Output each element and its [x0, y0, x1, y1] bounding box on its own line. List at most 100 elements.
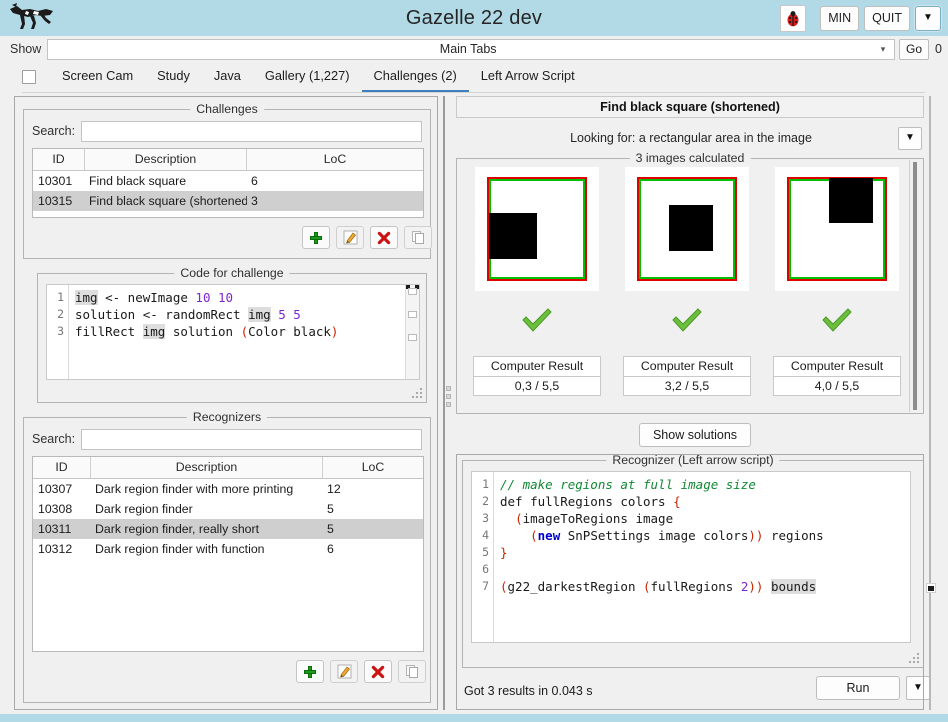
challenge-code-lines[interactable]: img <- newImage 10 10 solution <- random…	[69, 285, 419, 379]
code-line: // make regions at full image size	[500, 476, 910, 493]
code-line: }	[500, 544, 910, 561]
challenges-group: Challenges Search: ID Description LoC 10…	[23, 109, 431, 259]
detail-subtitle: Looking for: a rectangular area in the i…	[456, 131, 898, 145]
tab-study[interactable]: Study	[145, 62, 202, 93]
quit-button[interactable]: QUIT	[864, 6, 910, 31]
detail-options-button[interactable]: ▼	[898, 127, 922, 150]
cell-loc: 6	[323, 542, 423, 556]
scroll-marker[interactable]	[408, 288, 417, 295]
recognizers-table-header: ID Description LoC	[33, 457, 423, 479]
cell-id: 10312	[33, 542, 91, 556]
col-description[interactable]: Description	[85, 149, 247, 170]
copy-button[interactable]	[404, 226, 432, 249]
recognizer-code-lines[interactable]: // make regions at full image size def f…	[494, 472, 910, 642]
code-line: def fullRegions colors {	[500, 493, 910, 510]
cell-description: Dark region finder	[91, 502, 323, 516]
splitter-knob[interactable]	[926, 583, 936, 593]
tab-gallery[interactable]: Gallery (1,227)	[253, 62, 362, 93]
cell-description: Find black square (shortened)	[85, 194, 247, 208]
challenges-search-label: Search:	[32, 124, 81, 138]
result-thumbnail[interactable]	[625, 167, 749, 291]
edit-button[interactable]	[330, 660, 358, 683]
table-row[interactable]: 10311 Dark region finder, really short 5	[33, 519, 423, 539]
recognizers-table: ID Description LoC 10307 Dark region fin…	[32, 456, 424, 652]
line-number: 7	[472, 578, 493, 595]
result-thumbnail[interactable]	[775, 167, 899, 291]
col-loc[interactable]: LoC	[323, 457, 423, 478]
recognizer-code-resize-grip[interactable]	[909, 653, 920, 664]
cell-id: 10307	[33, 482, 91, 496]
code-line	[500, 561, 910, 578]
add-button[interactable]	[302, 226, 330, 249]
chevron-down-icon[interactable]: ▾	[872, 44, 894, 55]
challenges-search-input[interactable]	[81, 121, 422, 142]
run-button[interactable]: Run	[816, 676, 900, 700]
col-id[interactable]: ID	[33, 457, 91, 478]
result-value: 3,2 / 5,5	[623, 376, 751, 396]
window-bottom-strip	[0, 714, 948, 722]
main-vertical-splitter[interactable]	[442, 96, 454, 710]
copy-button[interactable]	[398, 660, 426, 683]
table-row[interactable]: 10301 Find black square 6	[33, 171, 423, 191]
cell-loc: 5	[323, 502, 423, 516]
table-row[interactable]: 10307 Dark region finder with more print…	[33, 479, 423, 499]
show-solutions-button[interactable]: Show solutions	[639, 423, 751, 447]
right-edge-splitter[interactable]	[926, 96, 936, 710]
delete-button[interactable]	[364, 660, 392, 683]
show-count: 0	[929, 42, 948, 56]
tab-screen-cam[interactable]: Screen Cam	[50, 62, 145, 93]
black-square-shape	[669, 205, 713, 251]
challenges-group-title: Challenges	[190, 102, 264, 116]
add-button[interactable]	[296, 660, 324, 683]
cell-id: 10311	[33, 522, 91, 536]
images-group-title: 3 images calculated	[630, 151, 751, 165]
scroll-marker[interactable]	[408, 334, 417, 341]
cell-id: 10308	[33, 502, 91, 516]
col-id[interactable]: ID	[33, 149, 85, 170]
image-result-cell: Computer Result 0,3 / 5,5	[467, 167, 607, 407]
title-bar: Gazelle 22 dev MIN QUIT ▼	[0, 0, 948, 36]
recognizers-group-title: Recognizers	[187, 410, 267, 424]
recognizer-code-editor[interactable]: 1 2 3 4 5 6 7 // make regions at full im…	[471, 471, 911, 643]
tab-java[interactable]: Java	[202, 62, 253, 93]
tab-left-arrow-script[interactable]: Left Arrow Script	[469, 62, 587, 93]
cell-id: 10301	[33, 174, 85, 188]
edit-button[interactable]	[336, 226, 364, 249]
delete-button[interactable]	[370, 226, 398, 249]
scroll-marker[interactable]	[408, 311, 417, 318]
show-combo-value: Main Tabs	[48, 42, 872, 56]
splitter-handle[interactable]	[446, 386, 452, 410]
cell-loc: 6	[247, 174, 423, 188]
table-row[interactable]: 10312 Dark region finder with function 6	[33, 539, 423, 559]
challenge-code-resize-grip[interactable]	[412, 388, 423, 399]
code-line: fillRect img solution (Color black)	[75, 323, 419, 340]
result-value: 4,0 / 5,5	[773, 376, 901, 396]
tab-bar: Screen Cam Study Java Gallery (1,227) Ch…	[0, 62, 948, 94]
result-thumbnail[interactable]	[475, 167, 599, 291]
cell-loc: 5	[323, 522, 423, 536]
table-row[interactable]: 10315 Find black square (shortened) 3	[33, 191, 423, 211]
minimize-button[interactable]: MIN	[820, 6, 859, 31]
table-row[interactable]: 10308 Dark region finder 5	[33, 499, 423, 519]
challenges-toolbar	[302, 226, 432, 249]
col-description[interactable]: Description	[91, 457, 323, 478]
tabbar-divider	[22, 92, 925, 93]
line-number: 1	[472, 476, 493, 493]
go-button[interactable]: Go	[899, 39, 929, 60]
challenge-code-editor[interactable]: 1 2 3 img <- newImage 10 10 solution <- …	[46, 284, 420, 380]
result-label: Computer Result	[773, 356, 901, 376]
show-label: Show	[0, 42, 47, 56]
recognizer-code-gutter: 1 2 3 4 5 6 7	[472, 472, 494, 642]
show-combo[interactable]: Main Tabs ▾	[47, 39, 895, 60]
recognizers-search-input[interactable]	[81, 429, 422, 450]
black-square-shape	[489, 213, 537, 259]
challenge-code-scrollbar[interactable]	[405, 285, 419, 379]
cell-description: Dark region finder, really short	[91, 522, 323, 536]
col-loc[interactable]: LoC	[247, 149, 423, 170]
images-scrollbar[interactable]	[909, 160, 922, 412]
tab-challenges[interactable]: Challenges (2)	[362, 62, 469, 93]
tabbar-checkbox[interactable]	[22, 70, 36, 84]
ladybug-icon[interactable]	[780, 5, 806, 32]
window-menu-button[interactable]: ▼	[915, 6, 941, 31]
scrollbar-thumb[interactable]	[913, 162, 917, 410]
